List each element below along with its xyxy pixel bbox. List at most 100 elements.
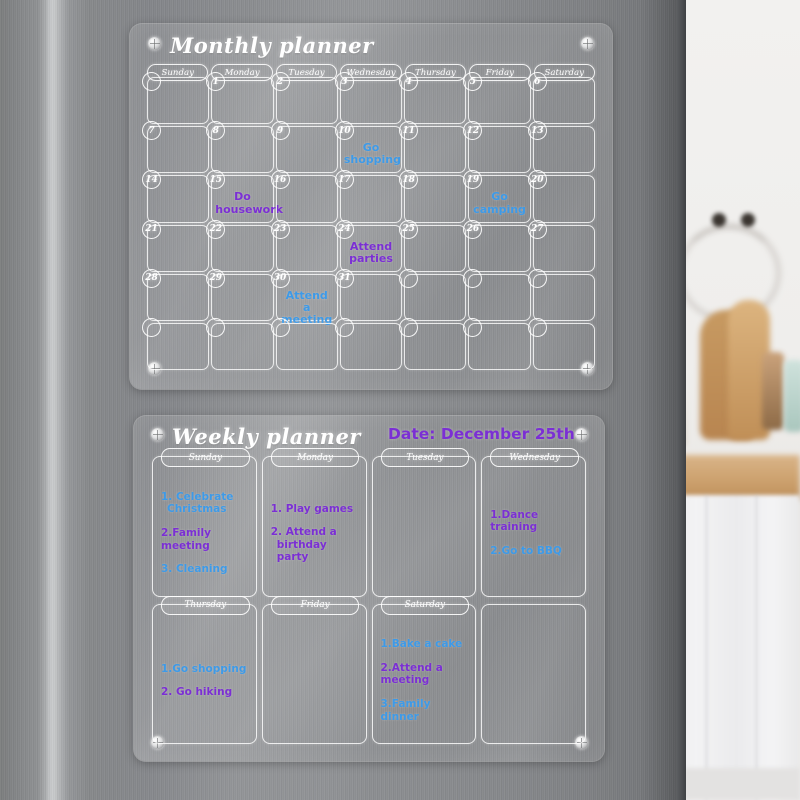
weekly-day-cell[interactable]: Wednesday 1.Dance training 2.Go to BBQ [481, 448, 586, 597]
date-number-circle: 12 [463, 121, 483, 141]
monthly-date-cell[interactable]: 5 [463, 72, 531, 125]
date-number-circle [527, 317, 547, 337]
weekly-task-line: 2.Family meeting [161, 526, 211, 552]
monthly-handwritten-note: Do housework [215, 190, 283, 216]
weekly-task-list: 1.Go shopping 2. Go hiking [161, 625, 250, 738]
date-number-circle: 17 [334, 170, 354, 190]
screw-top-left [151, 428, 164, 441]
date-number-circle [142, 72, 161, 91]
weekly-day-cell[interactable]: Tuesday [371, 448, 477, 597]
date-number-circle: 22 [206, 219, 226, 239]
monthly-handwritten-note: Go camping [473, 190, 526, 216]
monthly-planner-board[interactable]: Monthly planner Sunday Monday Tuesday Wedne… [130, 24, 612, 389]
date-number-circle: 27 [527, 219, 547, 239]
weekly-day-cell[interactable]: Sunday 1. Celebrate Christmas 2.Family meet… [152, 448, 257, 597]
date-number-circle [270, 317, 290, 337]
monthly-date-cell[interactable]: 6 [527, 72, 595, 125]
monthly-date-cell[interactable] [463, 268, 531, 321]
monthly-date-cell[interactable] [399, 268, 467, 321]
weekly-task-entry: 1. Celebrate Christmas [161, 491, 250, 516]
weekly-task-entry: 1. Play games [271, 503, 360, 516]
monthly-date-cell[interactable]: 1 [206, 72, 274, 125]
monthly-date-cell[interactable]: 12 [463, 121, 531, 174]
monthly-date-cell[interactable] [463, 317, 531, 370]
monthly-date-cell[interactable]: 30 Attend a meeting [270, 268, 338, 326]
weekly-task-line: 2. Go hiking [161, 686, 233, 699]
monthly-date-cell[interactable] [527, 268, 595, 321]
date-number-circle: 20 [527, 170, 547, 190]
weekly-task-line: 2.Attend a meeting [380, 661, 443, 687]
monthly-date-cell[interactable]: 18 [399, 170, 467, 223]
weekly-task-list: 1. Celebrate Christmas 2.Family meeting 3. … [161, 477, 250, 590]
weekly-day-header: Saturday [380, 595, 470, 615]
weekly-day-cell[interactable] [481, 603, 586, 744]
date-number-circle: 16 [270, 170, 290, 190]
date-number-circle [399, 317, 419, 337]
weekly-day-cell[interactable]: Monday 1. Play games 2. Attend a birthday p… [261, 448, 367, 597]
monthly-date-cell[interactable]: 21 [142, 219, 210, 272]
date-number-circle: 7 [142, 121, 161, 141]
weekly-day-cell[interactable]: Saturday 1.Bake a cake 2.Attend a meeting 3… [371, 595, 477, 744]
monthly-date-cell[interactable]: 8 [206, 121, 274, 174]
monthly-date-cell[interactable]: 11 [399, 121, 467, 174]
monthly-date-cell[interactable]: 4 [399, 72, 467, 125]
date-number-circle: 23 [270, 219, 290, 239]
monthly-date-cell[interactable]: 2 [270, 72, 338, 125]
date-number-circle: 5 [463, 72, 483, 91]
weekly-planner-board[interactable]: Weekly planner Date: December 25th Sunda… [134, 416, 604, 761]
weekly-task-entry: 3.Family dinner [381, 698, 470, 723]
weekly-day-cell[interactable]: Friday [261, 595, 367, 744]
monthly-date-cell[interactable]: 7 [142, 121, 210, 174]
monthly-date-cell[interactable]: 23 [270, 219, 338, 272]
monthly-date-cell[interactable]: 17 [334, 170, 403, 223]
monthly-date-grid[interactable]: 1 2 3 4 5 6 7 8 9 10 Go shopping 11 12 13 14 15 Do housewo… [142, 72, 595, 370]
weekly-task-line: 2.Go to BBQ [490, 545, 562, 558]
monthly-date-cell[interactable] [399, 317, 467, 370]
weekly-day-header: Wednesday [490, 448, 579, 467]
monthly-date-cell[interactable]: 26 [463, 219, 531, 272]
monthly-date-cell[interactable]: 31 [334, 268, 403, 321]
monthly-date-cell[interactable]: 27 [527, 219, 595, 272]
monthly-date-cell[interactable]: 10 Go shopping [334, 121, 403, 174]
monthly-date-cell[interactable] [334, 317, 403, 370]
screw-top-right [581, 37, 594, 50]
monthly-date-cell[interactable] [142, 317, 210, 370]
monthly-date-cell[interactable] [270, 317, 338, 370]
weekly-task-list [381, 477, 470, 590]
monthly-date-cell[interactable]: 15 Do housework [206, 170, 283, 223]
date-number-circle: 29 [206, 268, 226, 288]
monthly-date-cell[interactable]: 29 [206, 268, 274, 321]
date-number-circle [206, 317, 226, 337]
weekly-task-list: 1.Bake a cake 2.Attend a meeting 3.Family … [381, 625, 470, 738]
monthly-date-cell[interactable]: 14 [142, 170, 210, 223]
weekly-task-line: 1. Celebrate [161, 490, 234, 503]
date-number-circle: 13 [527, 121, 547, 141]
monthly-date-cell[interactable]: 16 [270, 170, 338, 223]
weekly-day-grid[interactable]: Sunday 1. Celebrate Christmas 2.Family meet… [152, 448, 586, 744]
date-number-circle [334, 317, 354, 337]
monthly-date-cell[interactable] [142, 72, 210, 125]
date-number-circle: 10 [334, 121, 354, 141]
monthly-date-cell[interactable]: 9 [270, 121, 338, 174]
weekly-task-line: birthday party [276, 538, 327, 564]
date-number-circle: 25 [399, 219, 419, 239]
monthly-date-cell[interactable]: 13 [527, 121, 595, 174]
monthly-date-cell[interactable]: 19 Go camping [463, 170, 531, 223]
weekly-task-entry: 2.Attend a meeting [381, 662, 470, 687]
monthly-date-cell[interactable] [206, 317, 274, 370]
monthly-date-cell[interactable]: 25 [399, 219, 467, 272]
date-number-circle: 6 [527, 72, 547, 91]
monthly-date-cell[interactable]: 28 [142, 268, 210, 321]
weekly-task-line: 3. Cleaning [161, 563, 228, 576]
monthly-date-cell[interactable]: 22 [206, 219, 274, 272]
monthly-date-cell[interactable]: 20 [527, 170, 595, 223]
screw-top-left [148, 37, 161, 50]
weekly-date-label[interactable]: Date: December 25th [388, 425, 575, 443]
weekly-task-entry: 1.Dance training [490, 509, 579, 534]
decor-knob-left [712, 213, 726, 227]
weekly-task-line: 1.Go shopping [161, 662, 247, 675]
weekly-day-cell[interactable]: Thursday 1.Go shopping 2. Go hiking [152, 595, 257, 744]
monthly-date-cell[interactable] [527, 317, 595, 370]
monthly-date-cell[interactable]: 24 Attend parties [334, 219, 403, 272]
monthly-date-cell[interactable]: 3 [334, 72, 403, 125]
